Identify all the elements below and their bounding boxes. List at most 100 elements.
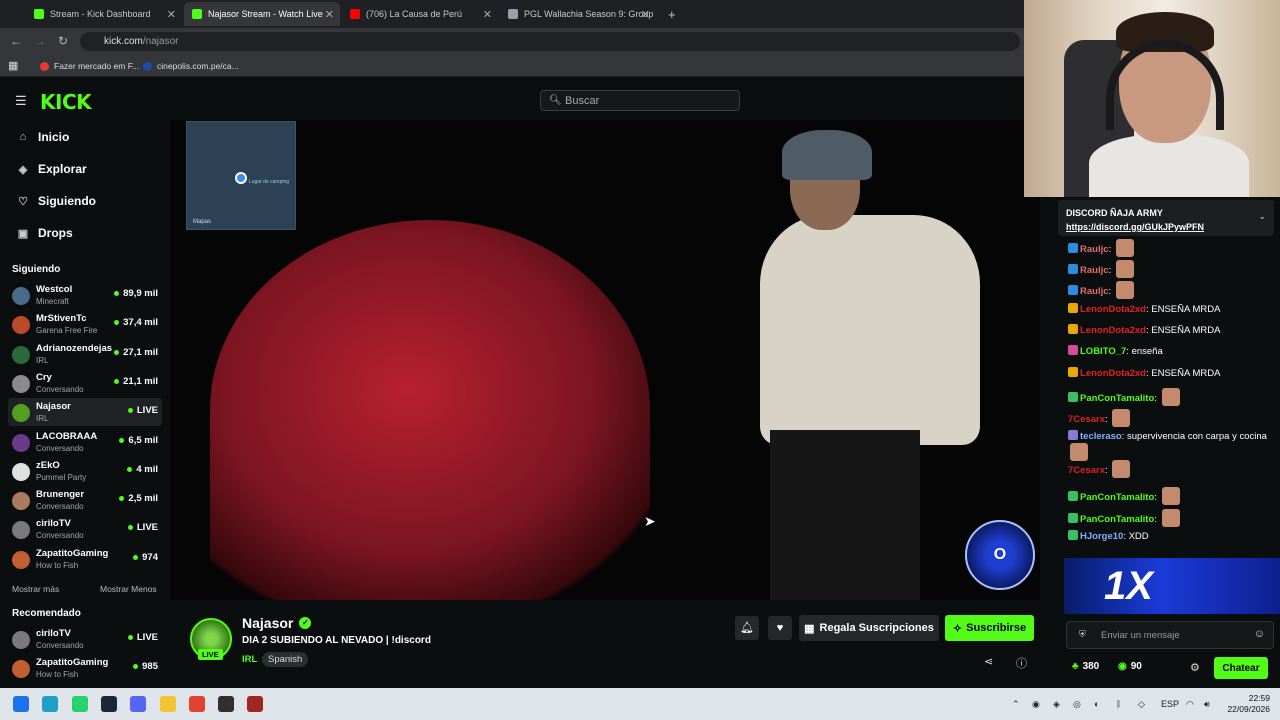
tray-steam-icon[interactable]: ◎ [1073,699,1081,710]
sidebar-channel-item[interactable]: Brunenger Conversando 2,5 mil [8,486,162,514]
channel-category: Conversando [36,502,84,512]
obs-icon[interactable] [218,696,235,712]
system-clock[interactable]: 22:59 22/09/2026 [1227,693,1270,715]
sidebar-channel-item[interactable]: Westcol Minecraft 89,9 mil [8,281,162,309]
sidebar-nav-drops[interactable]: ▣ Drops [16,226,73,240]
sidebar-nav-siguiendo[interactable]: ♡ Siguiendo [16,194,96,208]
chat-username[interactable]: PanConTamalito [1080,492,1154,503]
emote-icon [1115,281,1134,299]
tab-youtube[interactable]: (706) La Causa de Perú ✕ [342,2,498,26]
sidebar-nav-explorar[interactable]: ◈ Explorar [16,162,87,176]
dota2-icon[interactable] [247,696,264,712]
promo-banner[interactable]: 1X [1064,558,1280,614]
steam-icon[interactable] [100,696,117,712]
sidebar-channel-item[interactable]: Adrianozendejas IRL 27,1 mil [8,340,162,368]
tray-app-icon[interactable]: ◈ [1053,699,1060,710]
bookmark-item[interactable]: cinepolis.com.pe/ca... [143,61,239,71]
show-more-button[interactable]: Mostrar más [12,584,59,594]
streamer-name[interactable]: Najasor ✓ [242,615,312,631]
video-player[interactable]: Lugar de camping Mapas O ➤ [170,120,1040,600]
chat-username[interactable]: LenonDota2xd [1080,304,1146,315]
chat-username[interactable]: PanConTamalito [1080,514,1154,525]
tray-chevron-icon[interactable]: ⌃ [1012,699,1020,710]
send-chat-button[interactable]: Chatear [1214,657,1268,679]
chat-text: supervivencia con carpa y cocina [1127,431,1267,442]
new-tab-button[interactable]: + [660,2,680,26]
tab-najasor-stream[interactable]: Najasor Stream - Watch Live ✕ [184,2,340,26]
whatsapp-icon[interactable] [71,696,88,712]
pinned-message[interactable]: DISCORD ÑAJA ARMY https://discord.gg/GUk… [1058,200,1274,236]
gift-subs-button[interactable]: ▦ Regala Suscripciones [799,615,939,641]
live-dot-icon [127,635,133,640]
back-icon[interactable]: ← [10,34,22,48]
info-icon[interactable]: ⓘ [1016,655,1027,671]
close-tab-icon[interactable]: ✕ [325,8,334,21]
tray-app-icon[interactable]: ◇ [1138,699,1145,710]
viewer-count: 974 [133,552,158,563]
channel-points[interactable]: ♣ 380 [1072,661,1099,672]
tray-app-icon[interactable]: ◐ [1094,699,1099,709]
channel-name: zEkO [36,459,60,471]
chat-username[interactable]: 7Cesarx [1068,414,1105,425]
chat-username[interactable]: tecleraso [1080,431,1122,442]
tab-kick-dashboard[interactable]: Stream - Kick Dashboard ✕ [26,2,182,26]
follow-heart-button[interactable]: ♥ [768,616,792,640]
close-tab-icon[interactable]: ✕ [167,8,176,21]
emoji-icon[interactable]: ☺ [1254,628,1265,640]
sidebar-channel-item[interactable]: MrStivenTc Garena Free Fire 37,4 mil [8,310,162,338]
reload-icon[interactable]: ↻ [58,34,68,48]
wifi-icon[interactable]: ◠ [1186,699,1194,710]
chat-username[interactable]: Rauljc [1080,286,1109,297]
apps-grid-icon[interactable]: ▦ [8,59,18,72]
chrome-icon[interactable] [188,696,205,712]
edge-icon[interactable] [42,696,59,712]
forward-icon[interactable]: → [34,34,46,48]
language-tag[interactable]: Spanish [262,652,309,667]
close-tab-icon[interactable]: ✕ [483,8,492,21]
chat-text: ENSEÑA MRDA [1151,325,1221,336]
chat-username[interactable]: LOBITO_7 [1080,346,1126,357]
sidebar-channel-item[interactable]: zEkO Pummel Party 4 mil [8,457,162,485]
sidebar-channel-item[interactable]: LACOBRAAA Conversando 6,5 mil [8,428,162,456]
discord-icon[interactable] [130,696,147,712]
chat-username[interactable]: 7Cesarx [1068,465,1105,476]
sidebar-channel-item[interactable]: ZapatitoGaming How to Fish 974 [8,545,162,573]
sidebar-channel-item[interactable]: ciriloTV Conversando LIVE [8,515,162,543]
sidebar-channel-item[interactable]: ZapatitoGaming How to Fish 985 [8,654,162,682]
chat-input[interactable]: ⛨ Enviar un mensaje ☺ [1066,621,1274,649]
chat-username[interactable]: HJorge10 [1080,531,1123,542]
chat-username[interactable]: Rauljc [1080,265,1109,276]
input-language[interactable]: ESP [1161,699,1179,709]
chat-username[interactable]: LenonDota2xd [1080,368,1146,379]
kick-coins[interactable]: ◉ 90 [1118,661,1142,672]
gear-icon[interactable]: ⚙ [1190,661,1200,674]
chat-username[interactable]: PanConTamalito [1080,393,1154,404]
gift-icon: ▦ [804,622,815,635]
subscribe-button[interactable]: ✧ Suscribirse [945,615,1034,641]
sidebar-nav-inicio[interactable]: ⌂ Inicio [16,130,70,144]
chevron-down-icon[interactable]: ⌄ [1258,211,1266,222]
sidebar-channel-item[interactable]: Cry Conversando 21,1 mil [8,369,162,397]
kick-logo[interactable]: KICK [40,90,92,114]
close-tab-icon[interactable]: ✕ [641,8,650,21]
pinned-link[interactable]: https://discord.gg/GUkJPywPFN [1066,222,1204,232]
search-input[interactable]: 🔍︎ Buscar [540,90,740,111]
chat-username[interactable]: LenonDota2xd [1080,325,1146,336]
pgl-favicon-icon [508,9,518,19]
chat-username[interactable]: Rauljc [1080,244,1109,255]
show-less-button[interactable]: Mostrar Menos [100,584,157,594]
sidebar-channel-item[interactable]: ciriloTV Conversando LIVE [8,625,162,653]
file-explorer-icon[interactable] [159,696,176,712]
windows-start-icon[interactable] [13,696,29,712]
sidebar-channel-item[interactable]: Najasor IRL LIVE [8,398,162,427]
notification-bell-button[interactable]: 🔔︎ [735,616,759,640]
share-icon[interactable]: ⋖ [984,655,993,668]
bluetooth-icon[interactable]: ᛒ [1116,699,1121,709]
menu-icon[interactable]: ☰ [15,93,27,109]
tray-app-icon[interactable]: ◉ [1032,699,1040,710]
tab-pgl[interactable]: PGL Wallachia Season 9: Group ✕ [500,2,656,26]
url-input[interactable]: kick.com/najasor [80,32,1020,51]
volume-icon[interactable]: 🔊︎ [1204,699,1210,710]
bookmark-item[interactable]: Fazer mercado em F... [40,61,139,71]
stream-category[interactable]: IRL [242,654,257,665]
